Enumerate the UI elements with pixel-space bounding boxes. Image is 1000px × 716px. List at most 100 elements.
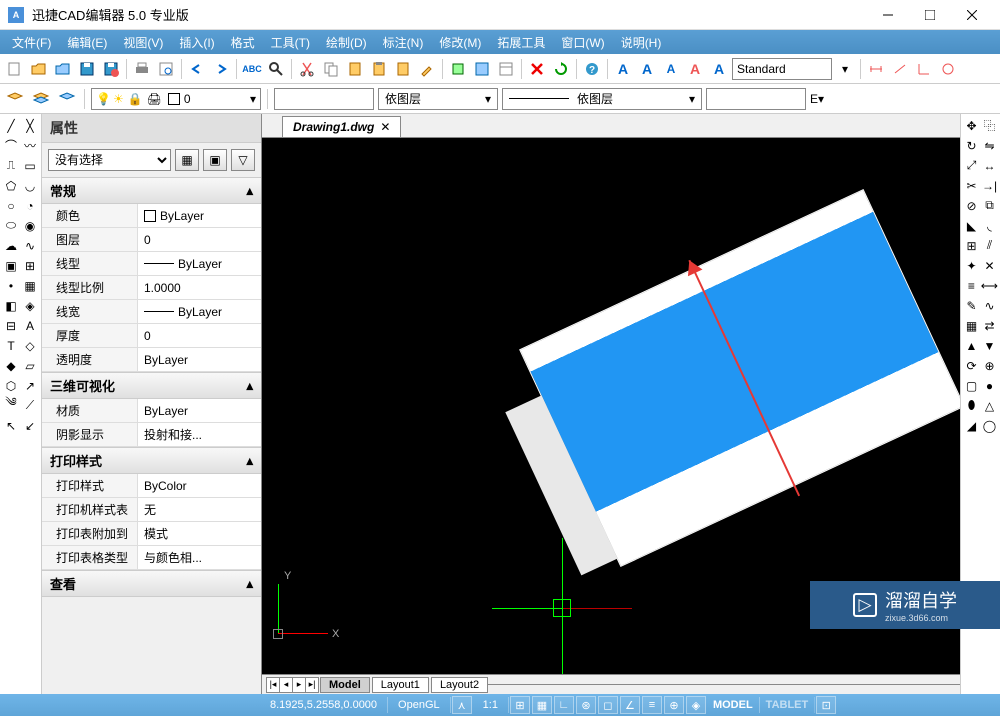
qp-icon[interactable]: ◈ <box>686 696 706 714</box>
copy2-icon[interactable]: ⿻ <box>981 116 998 135</box>
dim-radius-icon[interactable] <box>937 58 959 80</box>
sun-icon[interactable]: ☀ <box>113 92 124 106</box>
menu-file[interactable]: 文件(F) <box>4 31 59 54</box>
polyline-icon[interactable]: ⎍ <box>2 156 20 175</box>
status-end-icon[interactable]: ⊡ <box>816 696 836 714</box>
delete-icon[interactable] <box>526 58 548 80</box>
layout-prev-icon[interactable]: ◂ <box>279 677 293 693</box>
3dface-icon[interactable]: ▱ <box>21 356 39 375</box>
text-a4-icon[interactable]: A <box>708 58 730 80</box>
stretch-icon[interactable]: ↔ <box>981 156 998 175</box>
layout-tab-2[interactable]: Layout2 <box>431 677 488 693</box>
explode-icon[interactable]: ✦ <box>963 256 980 275</box>
layer-name[interactable]: 0 <box>184 92 191 106</box>
linetype-sample[interactable] <box>274 88 374 110</box>
pickadd-icon[interactable]: ▣ <box>203 149 227 171</box>
layout-tab-1[interactable]: Layout1 <box>372 677 429 693</box>
scale-display[interactable]: 1:1 <box>473 697 509 713</box>
prop-linetype-value[interactable]: ByLayer <box>138 252 261 275</box>
ellipse-icon[interactable]: ⬭ <box>2 216 20 235</box>
3drotate-icon[interactable]: ⟳ <box>963 356 980 375</box>
move-icon[interactable]: ✥ <box>963 116 980 135</box>
box-icon[interactable]: ▢ <box>963 376 980 395</box>
erase-icon[interactable]: ✕ <box>981 256 998 275</box>
ortho-icon[interactable]: ∟ <box>554 696 574 714</box>
text-a2-icon[interactable]: A <box>636 58 658 80</box>
table-icon[interactable]: ⊟ <box>2 316 20 335</box>
donut-icon[interactable]: ◉ <box>21 216 39 235</box>
bylayer-dropdown[interactable]: E▾ <box>810 92 824 106</box>
annotation-icon[interactable]: ⋏ <box>452 696 472 714</box>
otrack-icon[interactable]: ∠ <box>620 696 640 714</box>
find-icon[interactable] <box>265 58 287 80</box>
rotate-icon[interactable]: ↻ <box>963 136 980 155</box>
torus-icon[interactable]: ◯ <box>981 416 998 435</box>
tab-close-icon[interactable]: ✕ <box>380 120 390 134</box>
arc-icon[interactable]: ⌒ <box>2 136 20 155</box>
prop-transparency-value[interactable]: ByLayer <box>138 348 261 371</box>
copyclip-icon[interactable] <box>344 58 366 80</box>
linetype-select[interactable]: 依图层▾ <box>378 88 498 110</box>
insert-icon[interactable]: ⊞ <box>21 256 39 275</box>
layout-tab-model[interactable]: Model <box>320 677 370 693</box>
mleader-icon[interactable]: ↖ <box>2 416 20 435</box>
menu-modify[interactable]: 修改(M) <box>431 31 489 54</box>
polygon-icon[interactable]: ⬠ <box>2 176 20 195</box>
plotstyle-input[interactable] <box>706 88 806 110</box>
menu-tools[interactable]: 工具(T) <box>263 31 318 54</box>
menu-edit[interactable]: 编辑(E) <box>59 31 115 54</box>
close-button[interactable] <box>952 1 992 29</box>
menu-extend[interactable]: 拓展工具 <box>489 31 553 54</box>
save-icon[interactable] <box>76 58 98 80</box>
dim-aligned-icon[interactable] <box>889 58 911 80</box>
3dpoly-icon[interactable]: ⟋ <box>21 396 39 415</box>
prop-material-value[interactable]: ByLayer <box>138 399 261 422</box>
region-icon[interactable]: ◈ <box>21 296 39 315</box>
text-a-icon[interactable]: A <box>612 58 634 80</box>
text-style-input[interactable] <box>732 58 832 80</box>
leader-icon[interactable]: ↙ <box>21 416 39 435</box>
quickselect-icon[interactable]: ▦ <box>175 149 199 171</box>
menu-format[interactable]: 格式 <box>223 31 263 54</box>
section-viewsec[interactable]: 查看▴ <box>42 570 261 597</box>
lineweight-select[interactable]: 依图层▾ <box>502 88 702 110</box>
circle-icon[interactable]: ○ <box>2 196 20 215</box>
offset-icon[interactable]: ⫽ <box>981 236 998 255</box>
line-icon[interactable]: ╱ <box>2 116 20 135</box>
layout-last-icon[interactable]: ▸| <box>305 677 319 693</box>
lwt-icon[interactable]: ≡ <box>642 696 662 714</box>
props-icon[interactable] <box>495 58 517 80</box>
extend-icon[interactable]: →| <box>981 176 998 195</box>
scale-icon[interactable]: ⤢ <box>963 156 980 175</box>
preview-icon[interactable] <box>155 58 177 80</box>
model-toggle[interactable]: MODEL <box>707 697 760 713</box>
mtext-icon[interactable]: A <box>21 316 39 335</box>
sphere-icon[interactable]: ● <box>981 376 998 395</box>
reverse-icon[interactable]: ⇄ <box>981 316 998 335</box>
layer-states-icon[interactable] <box>30 88 52 110</box>
layout-first-icon[interactable]: |◂ <box>266 677 280 693</box>
trim-icon[interactable]: ✂ <box>963 176 980 195</box>
menu-window[interactable]: 窗口(W) <box>553 31 612 54</box>
mirror-icon[interactable]: ⇋ <box>981 136 998 155</box>
ellipse-arc-icon[interactable]: ◔ <box>21 196 39 215</box>
selection-select[interactable]: 没有选择 <box>48 149 171 171</box>
prop-layer-value[interactable]: 0 <box>138 228 261 251</box>
dyn-icon[interactable]: ⊕ <box>664 696 684 714</box>
snap-icon[interactable]: ⊞ <box>510 696 530 714</box>
plot-icon[interactable]: 🖨 <box>147 92 162 106</box>
layer-color-swatch[interactable] <box>168 93 180 105</box>
tablet-toggle[interactable]: TABLET <box>760 697 816 713</box>
spline-icon[interactable]: 〰 <box>21 136 39 155</box>
3dmove-icon[interactable]: ⊕ <box>981 356 998 375</box>
entity-icon[interactable] <box>447 58 469 80</box>
array-icon[interactable]: ⊞ <box>963 236 980 255</box>
wedge-icon[interactable]: ◢ <box>963 416 980 435</box>
hatchedit-icon[interactable]: ▦ <box>963 316 980 335</box>
fillet-icon[interactable]: ◟ <box>981 216 998 235</box>
redo-icon[interactable] <box>210 58 232 80</box>
text-edit-icon[interactable]: A <box>660 58 682 80</box>
menu-draw[interactable]: 绘制(D) <box>318 31 375 54</box>
back-icon[interactable]: ▼ <box>981 336 998 355</box>
prop-lineweight-value[interactable]: ByLayer <box>138 300 261 323</box>
